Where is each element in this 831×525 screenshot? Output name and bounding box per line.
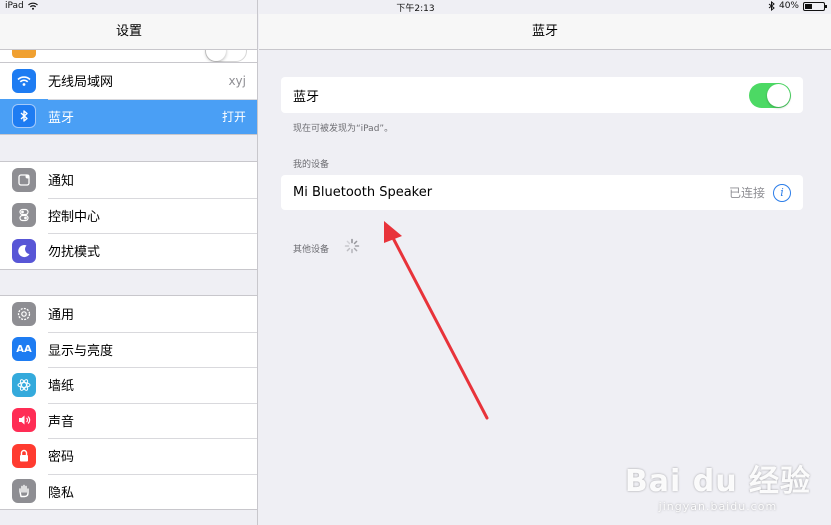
wifi-icon	[12, 68, 36, 93]
sidebar-item-label: 通用	[48, 308, 75, 324]
bluetooth-pane: 蓝牙 蓝牙 现在可被发现为“iPad”。 我的设备 Mi Bluetooth S…	[259, 0, 831, 525]
moon-icon	[12, 238, 36, 263]
display-icon: AA	[12, 337, 36, 362]
settings-sidebar: 设置 无线局域网 xyj 蓝牙 打开 通知 控制中心 勿扰模式 通用 AA 显示…	[0, 0, 258, 525]
sidebar-item-display[interactable]: AA 显示与亮度	[0, 331, 257, 368]
watermark-logo: Bai du 经验	[624, 464, 811, 499]
bluetooth-icon	[12, 104, 36, 129]
bluetooth-label: 蓝牙	[293, 89, 320, 105]
bluetooth-status: 打开	[221, 109, 246, 124]
gear-icon	[12, 301, 36, 326]
sidebar-group-connectivity: 无线局域网 xyj 蓝牙 打开	[0, 62, 257, 135]
sound-icon	[12, 408, 36, 433]
sidebar-item-notifications[interactable]: 通知	[0, 162, 257, 198]
notifications-icon	[12, 167, 36, 192]
sidebar-item-label: 墙纸	[48, 379, 75, 395]
sidebar-item-wifi[interactable]: 无线局域网 xyj	[0, 63, 257, 99]
device-status: 已连接	[728, 186, 765, 200]
device-row-mi-speaker[interactable]: Mi Bluetooth Speaker 已连接 i	[281, 175, 803, 210]
sidebar-item-sounds[interactable]: 声音	[0, 402, 257, 439]
sidebar-item-do-not-disturb[interactable]: 勿扰模式	[0, 233, 257, 269]
lock-icon	[12, 443, 36, 468]
sidebar-item-label: 蓝牙	[48, 110, 75, 126]
sidebar-item-label: 通知	[48, 174, 75, 190]
sidebar-item-label: 无线局域网	[48, 75, 114, 91]
bluetooth-status-icon	[768, 1, 775, 11]
loading-spinner-icon	[344, 238, 360, 254]
sidebar-item-wallpaper[interactable]: 墙纸	[0, 367, 257, 403]
sidebar-item-label: 声音	[48, 414, 75, 430]
sidebar-item-label: 隐私	[48, 485, 75, 501]
sidebar-item-label: 密码	[48, 450, 75, 466]
bluetooth-toggle[interactable]	[749, 82, 791, 108]
hand-icon	[12, 479, 36, 504]
sidebar-title: 设置	[0, 14, 257, 50]
sidebar-item-passcode[interactable]: 密码	[0, 438, 257, 474]
status-time: 下午2:13	[396, 4, 435, 14]
my-devices-header: 我的设备	[293, 160, 330, 170]
sidebar-item-general[interactable]: 通用	[0, 296, 257, 332]
other-devices-header: 其他设备	[293, 245, 330, 255]
status-bar: iPad 下午2:13 40%	[0, 0, 831, 14]
battery-percent: 40%	[778, 1, 799, 11]
wallpaper-icon	[12, 372, 36, 397]
bluetooth-toggle-row: 蓝牙	[281, 77, 803, 113]
sidebar-group-general: 通用 AA 显示与亮度 墙纸 声音 密码 隐私	[0, 295, 257, 510]
sidebar-item-label: 控制中心	[48, 209, 101, 225]
baidu-jingyan-watermark: Bai du 经验 jingyan.baidu.com	[625, 456, 811, 513]
sidebar-item-privacy[interactable]: 隐私	[0, 473, 257, 510]
sidebar-item-label: 勿扰模式	[48, 245, 101, 261]
page-title: 蓝牙	[259, 14, 831, 50]
discoverable-note: 现在可被发现为“iPad”。	[293, 124, 394, 134]
sidebar-item-control-center[interactable]: 控制中心	[0, 197, 257, 234]
sidebar-item-label: 显示与亮度	[48, 343, 114, 359]
wifi-network-name: xyj	[228, 73, 246, 88]
info-icon[interactable]: i	[773, 183, 791, 202]
watermark-url: jingyan.baidu.com	[658, 500, 778, 513]
sidebar-group-system: 通知 控制中心 勿扰模式	[0, 161, 257, 270]
battery-icon	[803, 1, 827, 11]
sidebar-item-bluetooth[interactable]: 蓝牙 打开	[0, 98, 257, 134]
device-name: Mi Bluetooth Speaker	[293, 185, 433, 200]
control-center-icon	[12, 203, 36, 228]
